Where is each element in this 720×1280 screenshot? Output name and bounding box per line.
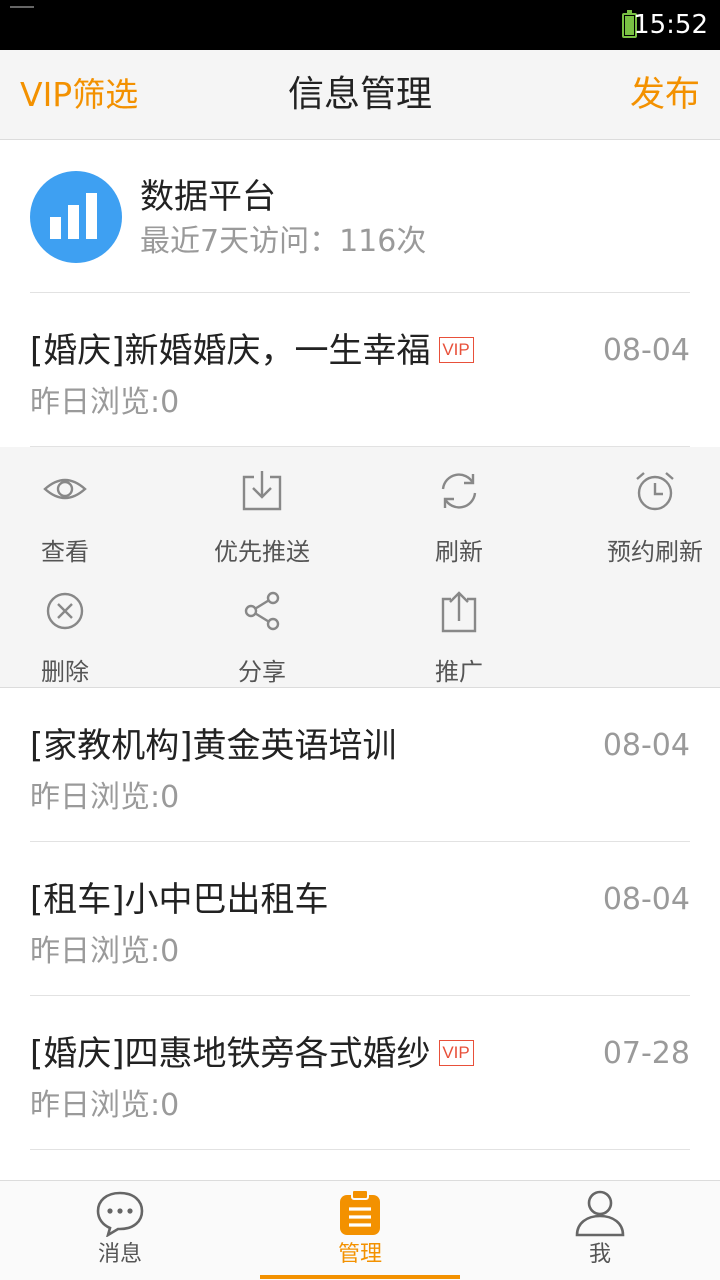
list-item[interactable]: [婚庆]新婚婚庆，一生幸福 VIP 08-04 昨日浏览:0 bbox=[0, 293, 720, 447]
post-views: 昨日浏览:0 bbox=[30, 780, 180, 815]
post-date: 07-28 bbox=[602, 1036, 690, 1071]
view-action[interactable]: 查看 bbox=[0, 469, 145, 569]
scheduled-refresh-label: 预约刷新 bbox=[607, 538, 703, 566]
vip-badge: VIP bbox=[438, 1039, 474, 1066]
post-date: 08-04 bbox=[602, 333, 690, 368]
promote-action[interactable]: 推广 bbox=[379, 589, 539, 689]
app-header: VIP筛选 信息管理 发布 bbox=[0, 50, 720, 140]
delete-label: 删除 bbox=[41, 658, 89, 686]
close-circle-icon bbox=[46, 592, 84, 630]
priority-push-action[interactable]: 优先推送 bbox=[182, 469, 342, 569]
tab-manage-label: 管理 bbox=[337, 1242, 382, 1267]
person-icon bbox=[575, 1190, 625, 1237]
post-views: 昨日浏览:0 bbox=[30, 385, 180, 420]
post-title: [婚庆]新婚婚庆，一生幸福 bbox=[30, 331, 431, 371]
vip-badge: VIP bbox=[438, 336, 474, 363]
publish-button[interactable]: 发布 bbox=[630, 74, 700, 116]
bottom-tab-bar: 消息 管理 我 bbox=[0, 1180, 720, 1280]
list-item[interactable]: [家教机构]黄金英语培训 08-04 昨日浏览:0 bbox=[0, 688, 720, 842]
list-item[interactable]: [婚庆]四惠地铁旁各式婚纱 VIP 07-28 昨日浏览:0 bbox=[0, 996, 720, 1150]
refresh-action[interactable]: 刷新 bbox=[379, 469, 539, 569]
refresh-label: 刷新 bbox=[435, 538, 483, 566]
active-tab-indicator bbox=[260, 1275, 460, 1279]
post-date: 08-04 bbox=[602, 728, 690, 763]
data-platform-title: 数据平台 bbox=[140, 177, 276, 217]
priority-push-label: 优先推送 bbox=[214, 538, 310, 566]
promote-label: 推广 bbox=[435, 658, 483, 686]
delete-action[interactable]: 删除 bbox=[0, 589, 145, 689]
post-action-panel: 查看 优先推送 刷新 预约刷新 删除 分享 推广 bbox=[0, 447, 720, 688]
tab-messages-label: 消息 bbox=[97, 1242, 142, 1267]
tab-messages[interactable]: 消息 bbox=[0, 1181, 240, 1280]
alarm-clock-icon bbox=[636, 472, 674, 511]
clock: 15:52 bbox=[633, 10, 708, 40]
download-icon bbox=[242, 471, 282, 511]
data-platform-entry[interactable]: 数据平台 最近7天访问：116次 bbox=[0, 140, 720, 294]
page-title: 信息管理 bbox=[287, 74, 432, 115]
view-label: 查看 bbox=[41, 538, 89, 566]
share-action[interactable]: 分享 bbox=[182, 589, 342, 689]
bar-chart-icon bbox=[30, 171, 122, 263]
post-title: [家教机构]黄金英语培训 bbox=[30, 726, 397, 766]
data-platform-visits: 最近7天访问：116次 bbox=[140, 224, 427, 259]
upload-icon bbox=[441, 591, 477, 633]
chat-bubble-icon bbox=[96, 1191, 144, 1237]
divider bbox=[30, 1149, 690, 1150]
tab-manage[interactable]: 管理 bbox=[240, 1181, 480, 1280]
refresh-icon bbox=[441, 473, 477, 509]
post-title: [租车]小中巴出租车 bbox=[30, 880, 329, 920]
notification-indicator bbox=[10, 6, 34, 8]
scheduled-refresh-action[interactable]: 预约刷新 bbox=[575, 469, 720, 569]
clipboard-icon bbox=[340, 1189, 380, 1235]
share-icon bbox=[244, 591, 280, 631]
post-title: [婚庆]四惠地铁旁各式婚纱 bbox=[30, 1034, 431, 1074]
post-date: 08-04 bbox=[602, 882, 690, 917]
share-label: 分享 bbox=[238, 658, 286, 686]
post-views: 昨日浏览:0 bbox=[30, 1088, 180, 1123]
tab-me[interactable]: 我 bbox=[480, 1181, 720, 1280]
tab-me-label: 我 bbox=[588, 1242, 611, 1267]
post-views: 昨日浏览:0 bbox=[30, 934, 180, 969]
status-bar: 15:52 bbox=[0, 0, 720, 50]
eye-icon bbox=[43, 478, 87, 500]
list-item[interactable]: [租车]小中巴出租车 08-04 昨日浏览:0 bbox=[0, 842, 720, 996]
